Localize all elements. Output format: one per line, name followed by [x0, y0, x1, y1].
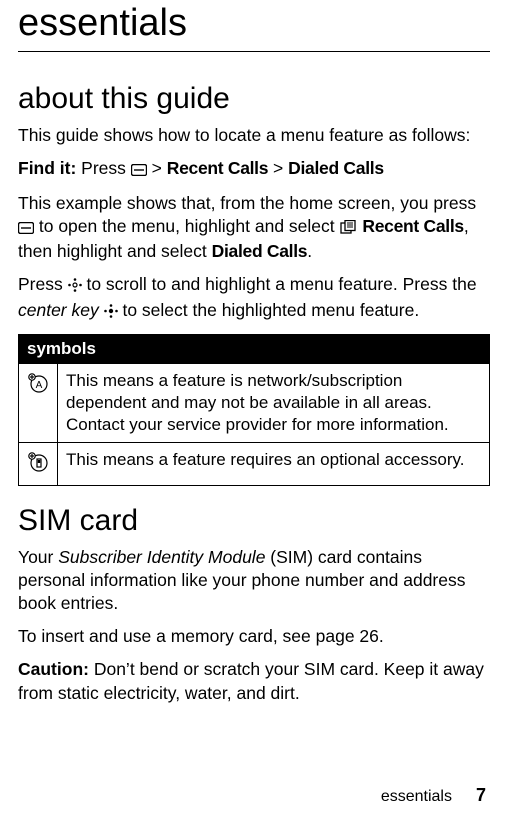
dialed-calls-1: Dialed Calls — [288, 158, 384, 178]
example-paragraph: This example shows that, from the home s… — [18, 192, 490, 263]
gt1: > — [147, 158, 167, 178]
sim-p1a: Your — [18, 547, 58, 567]
example-d: . — [307, 241, 312, 261]
find-it-label: Find it: — [18, 158, 76, 178]
table-header-row: symbols — [19, 334, 490, 363]
intro-paragraph: This guide shows how to locate a menu fe… — [18, 124, 490, 147]
center-key-text: center key — [18, 300, 99, 320]
press-a: Press — [18, 274, 68, 294]
network-dependent-icon: A — [19, 363, 58, 442]
sim-paragraph-1: Your Subscriber Identity Module (SIM) ca… — [18, 546, 490, 615]
page-footer: essentials 7 — [381, 785, 486, 806]
sim-p1b: Subscriber Identity Module — [58, 547, 265, 567]
sim-paragraph-2: To insert and use a memory card, see pag… — [18, 625, 490, 648]
accessory-required-text: This means a feature requires an optiona… — [58, 442, 490, 485]
example-b: to open the menu, highlight and select — [34, 216, 340, 236]
find-it-press: Press — [76, 158, 130, 178]
center-key-icon — [104, 301, 118, 324]
press-b: to scroll to and highlight a menu featur… — [82, 274, 477, 294]
sim-card-heading: SIM card — [18, 504, 490, 538]
sim-paragraph-3: Caution: Don’t bend or scratch your SIM … — [18, 658, 490, 704]
recent-calls-icon — [340, 217, 358, 240]
footer-label: essentials — [381, 788, 452, 805]
table-row: A This means a feature is network/subscr… — [19, 363, 490, 442]
footer-page-number: 7 — [476, 785, 486, 805]
menu-key-icon-2 — [18, 217, 34, 240]
table-row: This means a feature requires an optiona… — [19, 442, 490, 485]
network-dependent-text: This means a feature is network/subscrip… — [58, 363, 490, 442]
menu-key-icon — [131, 159, 147, 182]
about-guide-heading: about this guide — [18, 82, 490, 116]
recent-calls-2: Recent Calls — [362, 216, 463, 236]
dialed-calls-2: Dialed Calls — [212, 241, 308, 261]
svg-text:A: A — [36, 380, 43, 391]
find-it-line: Find it: Press > Recent Calls > Dialed C… — [18, 157, 490, 182]
page-title: essentials — [18, 2, 490, 45]
recent-calls-1: Recent Calls — [167, 158, 268, 178]
press-c: to select the highlighted menu feature. — [118, 300, 420, 320]
example-a: This example shows that, from the home s… — [18, 193, 476, 213]
title-rule — [18, 51, 490, 52]
caution-label: Caution: — [18, 659, 89, 679]
gt2: > — [268, 158, 288, 178]
press-paragraph: Press to scroll to and highlight a menu … — [18, 273, 490, 323]
symbols-header: symbols — [19, 334, 490, 363]
accessory-required-icon — [19, 442, 58, 485]
symbols-table: symbols A This means a feature is networ… — [18, 334, 490, 486]
nav-key-icon — [68, 275, 82, 298]
